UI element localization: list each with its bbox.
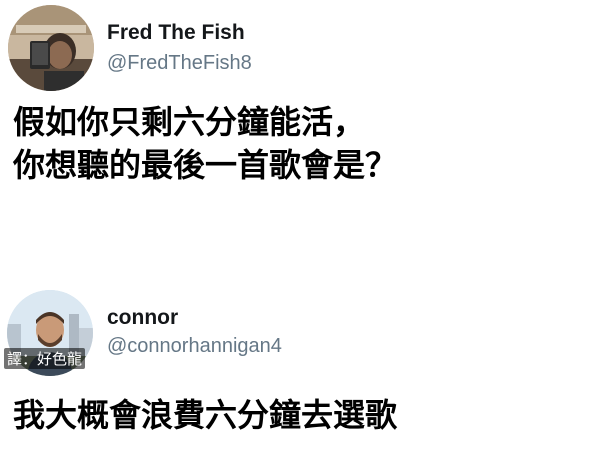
user-avatar-selfie-icon: [8, 5, 94, 91]
translator-watermark: 譯：好色龍: [4, 348, 86, 369]
user-handle[interactable]: @connorhannigan4: [107, 335, 282, 358]
user-handle[interactable]: @FredTheFish8: [107, 52, 252, 75]
tweet-text: 假如你只剩六分鐘能活， 你想聽的最後一首歌會是？: [13, 103, 398, 184]
display-name[interactable]: Fred The Fish: [107, 21, 245, 45]
avatar[interactable]: [8, 5, 94, 91]
display-name[interactable]: connor: [107, 306, 178, 330]
tweet-text: 我大概會浪費六分鐘去選歌: [13, 396, 398, 434]
tweet-card: Fred The Fish @FredTheFish8 假如你只剩六分鐘能活， …: [0, 0, 600, 250]
tweet-card: 譯：好色龍 connor @connorhannigan4 我大概會浪費六分鐘去…: [0, 282, 600, 451]
